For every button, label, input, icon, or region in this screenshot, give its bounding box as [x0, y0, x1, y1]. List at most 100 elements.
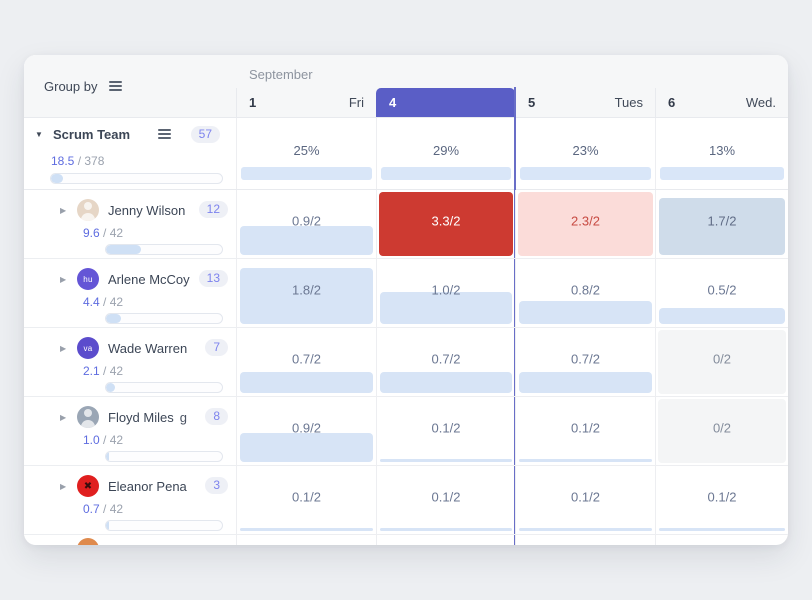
member-row-arlene-mccoy[interactable]: ▶ hu Arlene McCoy 13 4.4 / 42 — [24, 259, 236, 328]
workload-cell[interactable]: 0.1/2 — [376, 466, 515, 534]
workload-cell — [236, 535, 376, 545]
summary-bar — [520, 167, 651, 180]
chevron-right-icon[interactable]: ▶ — [60, 344, 66, 353]
avatar: va — [77, 337, 99, 359]
workload-cell[interactable]: 0/2 — [655, 328, 788, 396]
date-column-4[interactable]: 4 — [376, 87, 516, 118]
workload-grid: September 1 Fri 4 5 Tues 6 Wed. 25% 29% 23% 13% 0… — [236, 55, 788, 545]
workload-cell[interactable]: 0.8/2 — [515, 259, 655, 327]
group-row-scrum-team[interactable]: ▼ Scrum Team 57 18.5 / 378 — [24, 118, 236, 190]
month-label: September — [249, 67, 313, 82]
member-progress-fill — [106, 521, 109, 530]
workload-cell — [515, 535, 655, 545]
workload-value: 0.7/2 — [431, 351, 461, 367]
workload-value: 0/2 — [712, 351, 732, 367]
member-progress-bar — [105, 520, 223, 531]
allocation-block — [380, 528, 512, 531]
member-name: Eleanor Pena — [108, 479, 187, 494]
chevron-down-icon[interactable]: ▼ — [35, 130, 43, 139]
workload-cell[interactable]: 3.3/2 — [376, 190, 515, 258]
group-progress-bar — [50, 173, 223, 184]
allocation-block — [380, 372, 512, 393]
workload-cell[interactable]: 2.3/2 — [515, 190, 655, 258]
member-row-jenny-wilson[interactable]: ▶ Jenny Wilson 12 9.6 / 42 — [24, 190, 236, 259]
allocation-block — [240, 226, 373, 255]
chevron-right-icon[interactable]: ▶ — [60, 206, 66, 215]
group-used-value: 18.5 — [51, 154, 75, 168]
schedule-row-eleanor-pena: 0.1/2 0.1/2 0.1/2 0.1/2 — [236, 466, 788, 535]
avatar: ✖ — [77, 475, 99, 497]
group-by-label: Group by — [44, 78, 98, 94]
chevron-right-icon[interactable]: ▶ — [60, 413, 66, 422]
date-weekday-label: Wed. — [745, 95, 776, 110]
group-by-menu-icon[interactable] — [109, 81, 123, 91]
avatar-initials: hu — [83, 274, 93, 284]
summary-percent: 25% — [293, 143, 320, 158]
workload-cell[interactable]: 0.9/2 — [236, 397, 376, 465]
member-progress-bar — [105, 313, 223, 324]
schedule-rows: 0.9/2 3.3/2 2.3/2 1.7/2 1.8/2 1.0/2 0.8/2 0.5/2… — [236, 190, 788, 535]
allocation-block — [659, 308, 785, 324]
summary-cell[interactable]: 25% — [236, 118, 376, 189]
member-row-floyd-miles[interactable]: ▶ Floyd Miles g 8 1.0 / 42 — [24, 397, 236, 466]
member-progress-fill — [106, 314, 122, 323]
date-day-label: 4 — [389, 95, 397, 110]
summary-cell[interactable]: 13% — [655, 118, 788, 189]
group-capacity-text: 18.5 / 378 — [51, 154, 105, 168]
workload-cell[interactable]: 1.0/2 — [376, 259, 515, 327]
summary-percent: 23% — [572, 143, 599, 158]
date-day-label: 6 — [668, 95, 676, 110]
workload-cell[interactable]: 0.1/2 — [515, 466, 655, 534]
summary-cell[interactable]: 29% — [376, 117, 516, 190]
chevron-right-icon[interactable]: ▶ — [60, 275, 66, 284]
workload-cell[interactable]: 0.1/2 — [515, 397, 655, 465]
member-progress-bar — [105, 382, 223, 393]
date-column-5[interactable]: 5 Tues — [515, 88, 655, 117]
workload-cell[interactable]: 0.1/2 — [236, 466, 376, 534]
avatar — [77, 538, 99, 545]
member-name: Jenny Wilson — [108, 203, 186, 218]
avatar-photo-head — [84, 409, 92, 417]
date-column-1[interactable]: 1 Fri — [236, 88, 376, 117]
avatar — [77, 406, 99, 428]
workload-cell[interactable]: 0.9/2 — [236, 190, 376, 258]
group-count-badge: 57 — [190, 126, 220, 143]
group-menu-icon[interactable] — [158, 129, 171, 139]
workload-cell[interactable]: 0.1/2 — [376, 397, 515, 465]
member-capacity-value: 42 — [109, 502, 124, 516]
workload-cell[interactable]: 0.1/2 — [655, 466, 788, 534]
workload-cell[interactable]: 0.5/2 — [655, 259, 788, 327]
member-capacity-text: 9.6 / 42 — [83, 226, 124, 240]
summary-bar — [660, 167, 784, 180]
member-used-value: 0.7 — [83, 502, 100, 516]
date-column-6[interactable]: 6 Wed. — [655, 88, 788, 117]
summary-row: 25% 29% 23% 13% — [236, 117, 788, 190]
workload-value: 1.7/2 — [707, 213, 737, 229]
workload-cell[interactable]: 1.7/2 — [655, 190, 788, 258]
summary-bar — [381, 167, 511, 180]
allocation-block — [519, 372, 652, 393]
date-day-label: 5 — [528, 95, 536, 110]
avatar-logo-glyph: ✖ — [83, 480, 93, 492]
member-row-eleanor-pena[interactable]: ▶ ✖ Eleanor Pena 3 0.7 / 42 — [24, 466, 236, 535]
workload-cell[interactable]: 0.7/2 — [236, 328, 376, 396]
allocation-block — [519, 301, 652, 324]
member-row-wade-warren[interactable]: ▶ va Wade Warren 7 2.1 / 42 — [24, 328, 236, 397]
member-used-value: 4.4 — [83, 295, 100, 309]
workload-cell — [655, 535, 788, 545]
workload-cell[interactable]: 0.7/2 — [376, 328, 515, 396]
member-used-value: 9.6 — [83, 226, 100, 240]
chevron-right-icon[interactable]: ▶ — [60, 482, 66, 491]
summary-bar — [241, 167, 372, 180]
date-weekday-label: Fri — [348, 95, 364, 110]
member-capacity-value: 42 — [109, 295, 124, 309]
workload-cell[interactable]: 1.8/2 — [236, 259, 376, 327]
workload-value: 0.9/2 — [292, 213, 321, 229]
member-progress-fill — [106, 245, 141, 254]
workload-value: 0.1/2 — [571, 420, 600, 436]
schedule-row-arlene-mccoy: 1.8/2 1.0/2 0.8/2 0.5/2 — [236, 259, 788, 328]
workload-cell[interactable]: 0.7/2 — [515, 328, 655, 396]
workload-cell[interactable]: 0/2 — [655, 397, 788, 465]
member-capacity-text: 4.4 / 42 — [83, 295, 124, 309]
summary-cell[interactable]: 23% — [515, 118, 655, 189]
